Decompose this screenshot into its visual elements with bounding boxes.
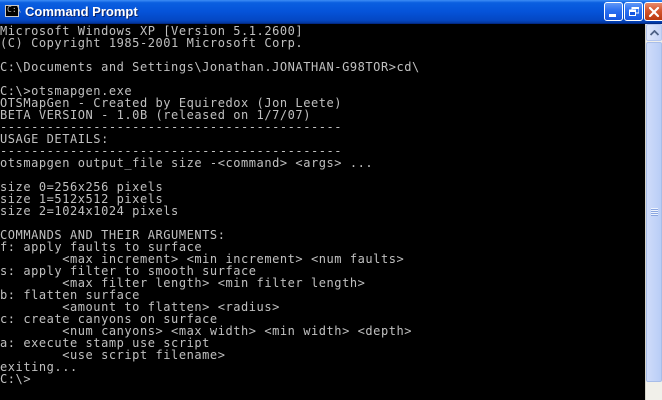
close-icon (648, 6, 660, 18)
restore-button[interactable] (624, 2, 643, 21)
command-prompt-window: C:\ Command Prompt Microsoft Windows XP … (0, 0, 662, 400)
console-line: C:\> (0, 372, 32, 386)
window-title: Command Prompt (25, 4, 138, 19)
console-line: C:\Documents and Settings\Jonathan.JONAT… (0, 60, 420, 74)
console-output-area[interactable]: Microsoft Windows XP [Version 5.1.2600] … (0, 24, 645, 400)
console-output-text: Microsoft Windows XP [Version 5.1.2600] … (0, 25, 420, 385)
console-line: otsmapgen output_file size -<command> <a… (0, 156, 374, 170)
scroll-up-arrow-icon (650, 30, 659, 36)
restore-icon (629, 7, 639, 16)
minimize-button[interactable] (604, 2, 623, 21)
scroll-thumb-grip-icon (651, 208, 658, 216)
console-line: size 2=1024x1024 pixels (0, 204, 179, 218)
console-line: (C) Copyright 1985-2001 Microsoft Corp. (0, 36, 304, 50)
cmd-icon[interactable]: C:\ (5, 5, 22, 17)
title-bar[interactable]: C:\ Command Prompt (0, 0, 662, 24)
cmd-icon-glyph: C:\ (7, 5, 22, 14)
minimize-icon (609, 14, 616, 17)
vertical-scrollbar[interactable] (645, 24, 662, 400)
close-button[interactable] (644, 2, 662, 21)
scroll-thumb[interactable] (646, 42, 662, 382)
scroll-up-button[interactable] (646, 24, 662, 41)
